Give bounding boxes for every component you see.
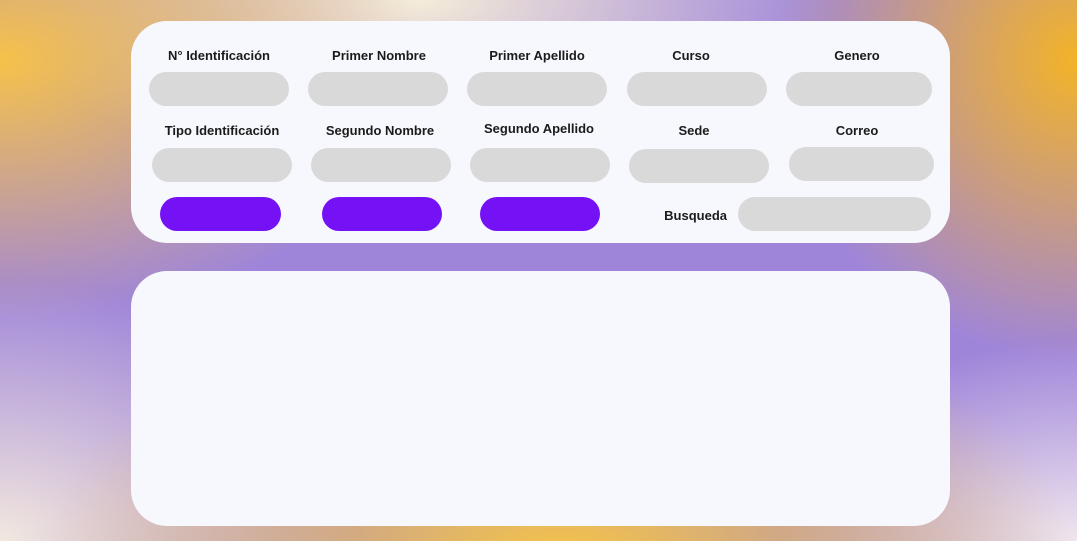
first-surname-label: Primer Apellido [489, 48, 585, 63]
search-input[interactable] [738, 197, 931, 231]
student-form-card: N° Identificación Primer Nombre Primer A… [131, 21, 950, 243]
campus-label: Sede [678, 123, 710, 138]
email-label: Correo [835, 123, 879, 138]
first-name-label: Primer Nombre [332, 48, 426, 63]
second-name-input[interactable] [311, 148, 451, 182]
search-label: Busqueda [664, 208, 727, 223]
campus-input[interactable] [629, 149, 769, 183]
id-type-input[interactable] [152, 148, 292, 182]
gender-input[interactable] [786, 72, 932, 106]
id-number-input[interactable] [149, 72, 289, 106]
gender-label: Genero [834, 48, 880, 63]
first-surname-input[interactable] [467, 72, 607, 106]
second-surname-input[interactable] [470, 148, 610, 182]
course-input[interactable] [627, 72, 767, 106]
action-button-1[interactable] [160, 197, 281, 231]
email-input[interactable] [789, 147, 934, 181]
course-label: Curso [672, 48, 710, 63]
results-panel [131, 271, 950, 526]
action-button-3[interactable] [480, 197, 600, 231]
first-name-input[interactable] [308, 72, 448, 106]
action-button-2[interactable] [322, 197, 442, 231]
second-surname-label: Segundo Apellido [483, 121, 594, 136]
id-type-label: Tipo Identificación [164, 123, 280, 138]
second-name-label: Segundo Nombre [325, 123, 435, 138]
id-number-label: N° Identificación [168, 48, 270, 63]
